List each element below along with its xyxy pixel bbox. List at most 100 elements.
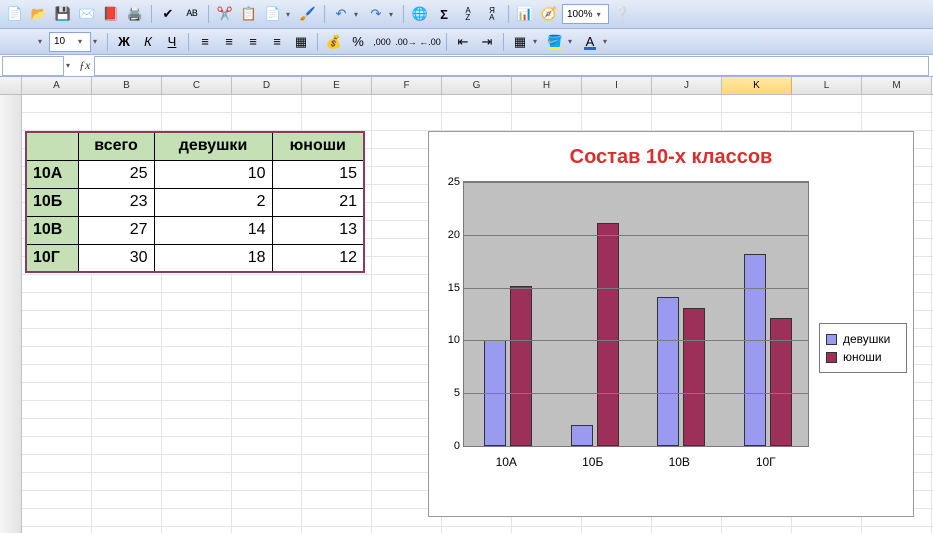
column-header-J[interactable]: J <box>652 77 722 94</box>
bar-юноши[interactable] <box>770 318 792 446</box>
name-box[interactable] <box>2 56 64 76</box>
font-name-dropdown[interactable]: ▾ <box>38 37 47 46</box>
paste-dropdown[interactable]: ▾ <box>286 10 295 19</box>
table-header[interactable]: девушки <box>154 132 272 160</box>
name-box-dropdown[interactable]: ▾ <box>66 61 75 70</box>
redo-dropdown[interactable]: ▾ <box>389 10 398 19</box>
borders-dropdown[interactable]: ▾ <box>533 37 542 46</box>
bar-девушки[interactable] <box>744 254 766 446</box>
cell[interactable]: 30 <box>78 244 154 272</box>
table-row[interactable]: 10Г301812 <box>26 244 364 272</box>
sort-desc-button[interactable]: ЯA <box>481 3 503 25</box>
bold-button[interactable]: Ж <box>113 31 135 53</box>
add-decimal-button[interactable]: .00→ <box>395 31 417 53</box>
align-left-button[interactable]: ≡ <box>194 31 216 53</box>
font-style-dropdown[interactable]: ▾ <box>93 37 102 46</box>
row-label[interactable]: 10Г <box>26 244 78 272</box>
underline-button[interactable]: Ч <box>161 31 183 53</box>
merge-cells-button[interactable]: ▦ <box>290 31 312 53</box>
fill-color-dropdown[interactable]: ▾ <box>568 37 577 46</box>
italic-button[interactable]: К <box>137 31 159 53</box>
bar-девушки[interactable] <box>657 297 679 446</box>
open-button[interactable]: 📂 <box>28 3 50 25</box>
bar-юноши[interactable] <box>510 286 532 446</box>
formula-input[interactable] <box>94 56 929 76</box>
spellcheck-button[interactable]: ✔︎ <box>157 3 179 25</box>
print-button[interactable]: 🖨️ <box>124 3 146 25</box>
cell[interactable]: 27 <box>78 216 154 244</box>
format-paint-button[interactable]: 🖌️ <box>297 3 319 25</box>
autosum-button[interactable]: Σ <box>433 3 455 25</box>
column-header-L[interactable]: L <box>792 77 862 94</box>
cell[interactable]: 2 <box>154 188 272 216</box>
column-header-B[interactable]: B <box>92 77 162 94</box>
cell[interactable]: 23 <box>78 188 154 216</box>
column-header-F[interactable]: F <box>372 77 442 94</box>
chart-legend[interactable]: девушки юноши <box>819 323 907 373</box>
select-all-corner[interactable] <box>0 77 22 94</box>
column-header-K[interactable]: K <box>722 77 792 94</box>
decrease-indent-button[interactable]: ⇤ <box>452 31 474 53</box>
cell[interactable]: 18 <box>154 244 272 272</box>
percent-button[interactable]: % <box>347 31 369 53</box>
hyperlink-button[interactable]: 🌐 <box>409 3 431 25</box>
align-center-button[interactable]: ≡ <box>218 31 240 53</box>
chart-button[interactable]: 📊 <box>514 3 536 25</box>
column-header-H[interactable]: H <box>512 77 582 94</box>
column-header-G[interactable]: G <box>442 77 512 94</box>
cell[interactable]: 13 <box>272 216 364 244</box>
table-header[interactable]: всего <box>78 132 154 160</box>
cell[interactable]: 25 <box>78 160 154 188</box>
column-header-E[interactable]: E <box>302 77 372 94</box>
paste-button[interactable]: 📄 <box>262 3 284 25</box>
bar-юноши[interactable] <box>683 308 705 446</box>
increase-indent-button[interactable]: ⇥ <box>476 31 498 53</box>
sheet-grid[interactable]: всегодевушкиюноши 10А25101510Б2322110В27… <box>0 95 933 533</box>
chart-plot-area[interactable]: 0510152025 <box>463 181 809 447</box>
font-color-button[interactable]: A <box>579 31 601 53</box>
undo-dropdown[interactable]: ▾ <box>354 10 363 19</box>
new-doc-button[interactable]: 📄 <box>4 3 26 25</box>
cell[interactable]: 21 <box>272 188 364 216</box>
font-color-dropdown[interactable]: ▾ <box>603 37 612 46</box>
font-size-combo[interactable]: 10▾ <box>49 32 91 52</box>
table-row[interactable]: 10А251015 <box>26 160 364 188</box>
bar-юноши[interactable] <box>597 223 619 446</box>
row-label[interactable]: 10А <box>26 160 78 188</box>
chart[interactable]: Состав 10-х классов 0510152025 девушки ю… <box>428 131 914 517</box>
table-row[interactable]: 10Б23221 <box>26 188 364 216</box>
fill-color-button[interactable]: 🪣 <box>544 31 566 53</box>
navigator-button[interactable]: 🧭 <box>538 3 560 25</box>
cell[interactable]: 15 <box>272 160 364 188</box>
row-label[interactable]: 10Б <box>26 188 78 216</box>
column-header-M[interactable]: M <box>862 77 932 94</box>
cell[interactable]: 10 <box>154 160 272 188</box>
legend-item-girls[interactable]: девушки <box>826 330 900 348</box>
column-header-D[interactable]: D <box>232 77 302 94</box>
table-header[interactable] <box>26 132 78 160</box>
row-label[interactable]: 10В <box>26 216 78 244</box>
export-pdf-button[interactable]: 📕 <box>100 3 122 25</box>
copy-button[interactable]: 📋 <box>238 3 260 25</box>
align-justify-button[interactable]: ≡ <box>266 31 288 53</box>
number-format-button[interactable]: ,000 <box>371 31 393 53</box>
zoom-combo[interactable]: 100%▾ <box>562 4 609 24</box>
redo-button[interactable]: ↷ <box>365 3 387 25</box>
align-right-button[interactable]: ≡ <box>242 31 264 53</box>
fx-icon[interactable]: ƒx <box>75 58 94 73</box>
row-headers[interactable] <box>0 95 22 533</box>
save-button[interactable]: 💾 <box>52 3 74 25</box>
sort-asc-button[interactable]: AZ <box>457 3 479 25</box>
data-table[interactable]: всегодевушкиюноши 10А25101510Б2322110В27… <box>25 131 365 273</box>
cell[interactable]: 12 <box>272 244 364 272</box>
autospell-button[interactable]: ᴬᴮ <box>181 3 203 25</box>
mail-button[interactable]: ✉️ <box>76 3 98 25</box>
column-header-I[interactable]: I <box>582 77 652 94</box>
remove-decimal-button[interactable]: ←.00 <box>419 31 441 53</box>
bar-девушки[interactable] <box>571 425 593 446</box>
cell[interactable]: 14 <box>154 216 272 244</box>
column-header-A[interactable]: A <box>22 77 92 94</box>
borders-button[interactable]: ▦ <box>509 31 531 53</box>
currency-button[interactable]: 💰 <box>323 31 345 53</box>
table-header[interactable]: юноши <box>272 132 364 160</box>
